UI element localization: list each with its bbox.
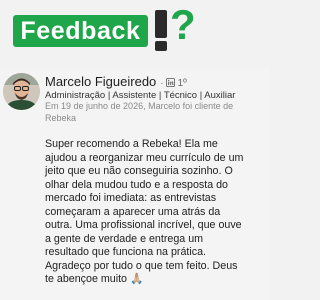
question-mark: ? bbox=[170, 1, 196, 48]
connection-degree: 1º bbox=[177, 78, 187, 89]
avatar[interactable] bbox=[3, 73, 40, 110]
recommendation-meta: Em 19 de junho de 2026, Marcelo foi clie… bbox=[45, 101, 234, 123]
author-row: Marcelo Figueiredo · 1º bbox=[45, 74, 187, 89]
exclamation-icon bbox=[155, 10, 167, 51]
recommendation-text: Super recomendo a Rebeka! Ela me ajudou … bbox=[45, 138, 244, 285]
author-name[interactable]: Marcelo Figueiredo bbox=[45, 74, 156, 89]
author-headline: Administração | Assistente | Técnico | A… bbox=[45, 90, 236, 101]
feedback-title: Feedback bbox=[20, 16, 141, 45]
linkedin-icon bbox=[165, 78, 175, 87]
profile-photo-icon bbox=[3, 73, 40, 110]
feedback-title-box: Feedback bbox=[13, 15, 148, 47]
separator: · bbox=[160, 78, 164, 89]
feedback-banner: Feedback ? bbox=[0, 0, 270, 64]
